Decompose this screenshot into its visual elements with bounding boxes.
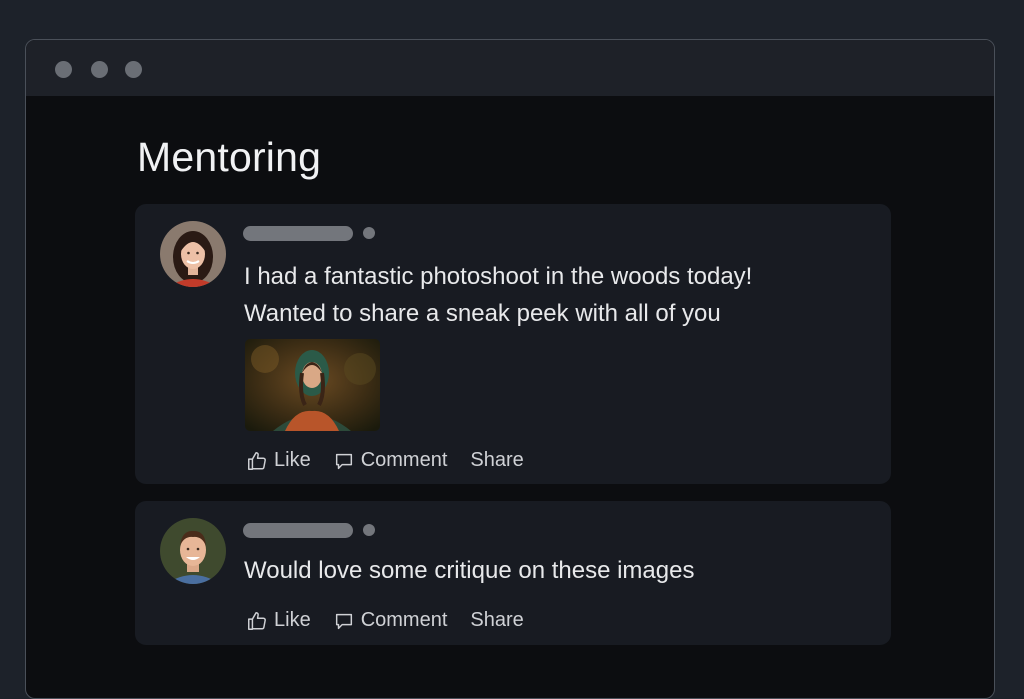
post-text-line: Wanted to share a sneak peek with all of… — [244, 300, 721, 327]
share-label: Share — [470, 609, 524, 631]
author-name-placeholder — [243, 226, 353, 241]
thumbs-up-icon — [248, 451, 266, 470]
post-actions: Like Comment Share — [246, 609, 524, 632]
avatar[interactable] — [160, 221, 226, 287]
speech-bubble-icon — [335, 453, 352, 469]
comment-button[interactable]: Comment — [333, 609, 448, 632]
post-text-line: I had a fantastic photoshoot in the wood… — [244, 263, 753, 290]
author-status-dot — [363, 524, 375, 536]
post-text-line: Would love some critique on these images — [244, 557, 695, 584]
post-photo[interactable] — [245, 339, 380, 431]
like-button[interactable]: Like — [246, 609, 311, 632]
comment-button[interactable]: Comment — [333, 449, 448, 472]
author-name-placeholder — [243, 523, 353, 538]
window-minimize-dot[interactable] — [91, 61, 108, 78]
thumbs-up-icon — [248, 611, 266, 630]
post-text: I had a fantastic photoshoot in the wood… — [244, 258, 864, 332]
speech-bubble-icon — [335, 613, 352, 629]
comment-label: Comment — [360, 609, 448, 631]
post-actions: Like Comment Share — [246, 449, 524, 472]
share-label: Share — [470, 449, 524, 471]
window-titlebar — [26, 40, 994, 96]
avatar-man-image — [160, 518, 226, 584]
forest-portrait-image — [245, 339, 380, 431]
avatar-woman-image — [160, 221, 226, 287]
post-text: Would love some critique on these images — [244, 552, 864, 589]
window-maximize-dot[interactable] — [125, 61, 142, 78]
comment-label: Comment — [360, 449, 448, 471]
like-label: Like — [274, 449, 311, 471]
share-button[interactable]: Share — [470, 609, 523, 632]
app-window: Mentoring I had a fantastic photoshoot i… — [25, 39, 995, 699]
share-button[interactable]: Share — [470, 449, 523, 472]
page-title: Mentoring — [137, 134, 322, 180]
author-status-dot — [363, 227, 375, 239]
post-card: Would love some critique on these images… — [135, 501, 891, 645]
window-close-dot[interactable] — [55, 61, 72, 78]
like-button[interactable]: Like — [246, 449, 311, 472]
avatar[interactable] — [160, 518, 226, 584]
post-card: I had a fantastic photoshoot in the wood… — [135, 204, 891, 484]
like-label: Like — [274, 609, 311, 631]
